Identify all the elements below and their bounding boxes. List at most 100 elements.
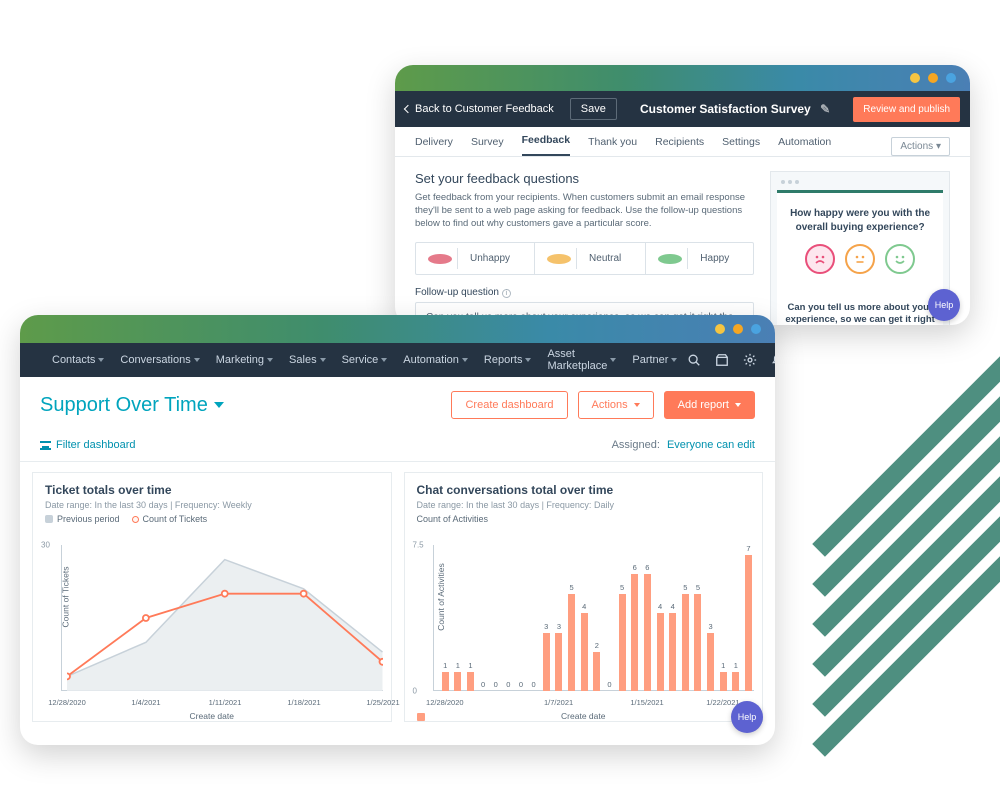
chevron-down-icon — [671, 358, 677, 362]
chevron-down-icon — [735, 403, 741, 407]
tab-delivery[interactable]: Delivery — [415, 136, 453, 156]
preview-card: How happy were you with the overall buyi… — [777, 190, 943, 292]
chart-title: Chat conversations total over time — [417, 483, 751, 497]
chevron-down-icon — [214, 402, 224, 408]
window-titlebar — [395, 65, 970, 91]
feedback-description: Get feedback from your recipients. When … — [415, 192, 754, 230]
nav-partner[interactable]: Partner — [626, 354, 683, 366]
dashboard-title-dropdown[interactable]: Support Over Time — [40, 394, 224, 417]
tab-recipients[interactable]: Recipients — [655, 136, 704, 156]
chart-meta: Date range: In the last 30 days | Freque… — [417, 500, 751, 510]
dashboard-header: Support Over Time Create dashboard Actio… — [20, 377, 775, 433]
bar-plot: 1110000033542056644553117 — [439, 545, 755, 691]
nav-sales[interactable]: Sales — [283, 354, 332, 366]
back-label: Back to Customer Feedback — [415, 103, 554, 115]
window-dot-orange — [733, 324, 743, 334]
sentiment-happy[interactable]: Happy — [645, 243, 753, 274]
chart-legend: Previous period Count of Tickets — [45, 514, 379, 524]
legend-swatch-grey — [45, 515, 53, 523]
review-publish-button[interactable]: Review and publish — [853, 97, 960, 122]
add-report-button[interactable]: Add report — [664, 391, 755, 419]
assigned-label: Assigned: Everyone can edit — [612, 439, 755, 451]
window-dot-blue — [946, 73, 956, 83]
nav-marketing[interactable]: Marketing — [210, 354, 279, 366]
nav-service[interactable]: Service — [336, 354, 394, 366]
chat-conversations-card: Chat conversations total over time Date … — [404, 472, 764, 722]
chart-title: Ticket totals over time — [45, 483, 379, 497]
tab-settings[interactable]: Settings — [722, 136, 760, 156]
nav-automation[interactable]: Automation — [397, 354, 474, 366]
actions-dropdown[interactable]: Actions ▾ — [891, 137, 950, 156]
filter-icon — [40, 441, 51, 450]
chart-legend: Count of Activities — [417, 514, 751, 524]
tab-feedback[interactable]: Feedback — [522, 134, 570, 156]
chevron-down-icon — [381, 358, 387, 362]
sentiment-neutral[interactable]: Neutral — [534, 243, 645, 274]
help-button[interactable]: Help — [928, 289, 960, 321]
survey-title: Customer Satisfaction Survey ✎ — [617, 102, 853, 116]
chevron-down-icon — [610, 358, 616, 362]
chevron-down-icon — [98, 358, 104, 362]
nav-conversations[interactable]: Conversations — [114, 354, 205, 366]
face-sad-icon[interactable] — [805, 244, 835, 274]
survey-preview: How happy were you with the overall buyi… — [770, 171, 950, 325]
window-dot-yellow — [910, 73, 920, 83]
preview-followup: Can you tell us more about your experien… — [777, 292, 943, 325]
tab-thank-you[interactable]: Thank you — [588, 136, 637, 156]
window-dot-yellow — [715, 324, 725, 334]
nav-contacts[interactable]: Contacts — [46, 354, 110, 366]
survey-tabs: Delivery Survey Feedback Thank you Recip… — [395, 127, 970, 157]
face-neutral-icon[interactable] — [845, 244, 875, 274]
chevron-down-icon — [634, 403, 640, 407]
dot-red-icon — [428, 254, 452, 264]
survey-window: Back to Customer Feedback Save Customer … — [395, 65, 970, 325]
save-button[interactable]: Save — [570, 98, 617, 120]
main-nav: Contacts Conversations Marketing Sales S… — [20, 343, 775, 377]
x-axis-label: Create date — [405, 711, 763, 721]
sentiment-tabs: Unhappy Neutral Happy — [415, 242, 754, 275]
chevron-down-icon — [267, 358, 273, 362]
face-happy-icon[interactable] — [885, 244, 915, 274]
edit-icon[interactable]: ✎ — [820, 102, 830, 116]
help-button[interactable]: Help — [731, 701, 763, 733]
chevron-down-icon — [525, 358, 531, 362]
back-link[interactable]: Back to Customer Feedback — [395, 103, 564, 115]
window-dot-blue — [751, 324, 761, 334]
line-plot — [67, 545, 383, 691]
preview-question: How happy were you with the overall buyi… — [789, 207, 931, 234]
gear-icon[interactable] — [743, 353, 757, 367]
dashboard-subbar: Filter dashboard Assigned: Everyone can … — [20, 433, 775, 462]
chart-meta: Date range: In the last 30 days | Freque… — [45, 500, 379, 510]
dot-yellow-icon — [547, 254, 571, 264]
feedback-heading: Set your feedback questions — [415, 171, 754, 186]
tab-automation[interactable]: Automation — [778, 136, 831, 156]
decorative-stripes — [760, 380, 1000, 700]
sentiment-unhappy[interactable]: Unhappy — [416, 243, 534, 274]
search-icon[interactable] — [687, 353, 701, 367]
nav-asset-marketplace[interactable]: Asset Marketplace — [541, 348, 622, 372]
dot-green-icon — [658, 254, 682, 264]
marketplace-icon[interactable] — [715, 353, 729, 367]
dashboard-actions-dropdown[interactable]: Actions — [578, 391, 654, 419]
followup-label: Follow-up question i — [415, 287, 754, 298]
x-axis-label: Create date — [33, 711, 391, 721]
legend-swatch-orange — [132, 516, 139, 523]
chevron-down-icon — [320, 358, 326, 362]
window-titlebar — [20, 315, 775, 343]
filter-dashboard-link[interactable]: Filter dashboard — [40, 439, 136, 451]
nav-reports[interactable]: Reports — [478, 354, 538, 366]
chevron-down-icon — [462, 358, 468, 362]
browser-dots-icon — [781, 180, 943, 184]
chevron-down-icon — [194, 358, 200, 362]
survey-topbar: Back to Customer Feedback Save Customer … — [395, 91, 970, 127]
create-dashboard-button[interactable]: Create dashboard — [451, 391, 567, 419]
window-dot-orange — [928, 73, 938, 83]
chevron-left-icon — [404, 105, 412, 113]
tab-survey[interactable]: Survey — [471, 136, 504, 156]
notifications-icon[interactable] — [771, 353, 775, 367]
dashboard-window: Contacts Conversations Marketing Sales S… — [20, 315, 775, 745]
info-icon[interactable]: i — [502, 289, 511, 298]
feedback-config-panel: Set your feedback questions Get feedback… — [415, 171, 754, 325]
assigned-value-link[interactable]: Everyone can edit — [667, 439, 755, 451]
ticket-totals-card: Ticket totals over time Date range: In t… — [32, 472, 392, 722]
